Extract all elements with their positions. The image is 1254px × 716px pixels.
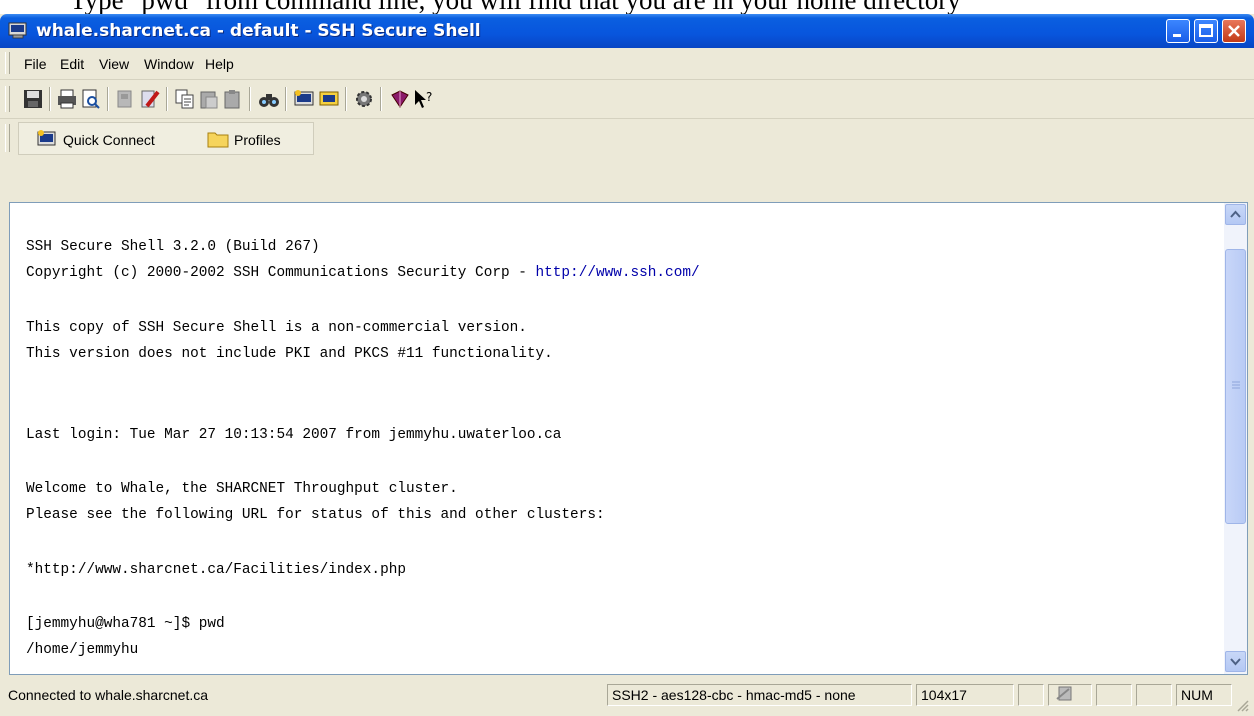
menu-bar: File Edit View Window Help [0,48,1254,80]
save-icon[interactable] [22,88,44,110]
maximize-button[interactable] [1194,19,1218,43]
menu-file[interactable]: File [24,56,47,72]
terminal-frame: SSH Secure Shell 3.2.0 (Build 267) Copyr… [9,202,1248,675]
connection-status: Connected to whale.sharcnet.ca [8,687,209,703]
terminal-line: This copy of SSH Secure Shell is a non-c… [26,320,527,336]
menu-edit[interactable]: Edit [60,56,84,72]
profiles-button[interactable]: Profiles [234,132,281,148]
terminal-line-text: Copyright (c) 2000-2002 SSH Communicatio… [26,265,536,281]
resize-grip-icon[interactable] [1234,697,1250,713]
terminal-size-status: 104x17 [916,684,1014,706]
help-book-icon[interactable] [389,88,411,110]
quick-connect-toolbar: Quick Connect Profiles [18,122,314,155]
quickbar-grip[interactable] [5,124,10,152]
terminal-line: SSH Secure Shell 3.2.0 (Build 267) [26,239,320,255]
status-panel-empty [1136,684,1172,706]
paste-alt-icon[interactable] [222,88,244,110]
quick-connect-button[interactable]: Quick Connect [63,132,155,148]
title-bar[interactable]: whale.sharcnet.ca - default - SSH Secure… [0,14,1254,48]
toolbar: ? [0,80,1254,119]
status-panel-icon [1048,684,1092,706]
new-terminal-icon[interactable] [293,88,315,110]
ssh-window: whale.sharcnet.ca - default - SSH Secure… [0,14,1254,716]
quick-connect-bar: Quick Connect Profiles [0,119,1254,157]
status-panel-empty [1096,684,1132,706]
maximize-icon [1199,24,1213,37]
print-icon[interactable] [56,88,78,110]
terminal-line: Please see the following URL for status … [26,507,605,523]
scroll-down-button[interactable] [1225,651,1246,672]
window-title: whale.sharcnet.ca - default - SSH Secure… [36,21,481,41]
settings-icon[interactable] [139,88,161,110]
terminal-line: This version does not include PKI and PK… [26,346,553,362]
close-icon [1228,25,1240,37]
ssh-app-icon [8,22,27,39]
menubar-grip[interactable] [5,52,10,74]
menu-window[interactable]: Window [144,56,194,72]
toolbar-grip[interactable] [5,86,10,112]
paste-icon[interactable] [198,88,220,110]
vertical-scrollbar[interactable] [1224,203,1247,674]
status-panel-empty [1018,684,1044,706]
scroll-thumb[interactable] [1225,249,1246,524]
terminal-line: Last login: Tue Mar 27 10:13:54 2007 fro… [26,427,562,443]
gear-icon[interactable] [353,88,375,110]
terminal-output[interactable]: SSH Secure Shell 3.2.0 (Build 267) Copyr… [10,203,1222,674]
minimize-button[interactable] [1166,19,1190,43]
close-button[interactable] [1222,19,1246,43]
cipher-status: SSH2 - aes128-cbc - hmac-md5 - none [607,684,912,706]
context-help-icon[interactable]: ? [412,88,434,110]
num-lock-status: NUM [1176,684,1232,706]
disconnect-icon[interactable] [114,88,136,110]
copy-icon[interactable] [174,88,196,110]
print-preview-icon[interactable] [80,88,102,110]
document-heading: Type "pwd" from command line, you will f… [70,0,961,14]
terminal-line: Welcome to Whale, the SHARCNET Throughpu… [26,481,458,497]
terminal-line: Copyright (c) 2000-2002 SSH Communicatio… [26,265,700,281]
minimize-icon [1173,34,1181,37]
status-bar: Connected to whale.sharcnet.ca SSH2 - ae… [0,675,1254,716]
menu-view[interactable]: View [99,56,129,72]
terminal-line: /home/jemmyhu [26,642,139,658]
chevron-up-icon [1230,210,1241,218]
terminal-line: *http://www.sharcnet.ca/Facilities/index… [26,562,406,578]
document-heading-fragment: Type "pwd" from command line, you will f… [0,0,1254,14]
new-file-transfer-icon[interactable] [318,88,340,110]
transfer-status-icon [1056,686,1072,701]
svg-text:?: ? [426,90,432,104]
copyright-url-link[interactable]: http://www.ssh.com/ [536,265,700,281]
terminal-line: [jemmyhu@wha781 ~]$ pwd [26,616,225,632]
grip-lines-icon [1232,381,1240,389]
chevron-down-icon [1230,658,1241,666]
menu-help[interactable]: Help [205,56,234,72]
folder-icon[interactable] [207,130,229,148]
quick-connect-icon[interactable] [37,129,57,149]
scroll-up-button[interactable] [1225,204,1246,225]
find-icon[interactable] [258,88,280,110]
